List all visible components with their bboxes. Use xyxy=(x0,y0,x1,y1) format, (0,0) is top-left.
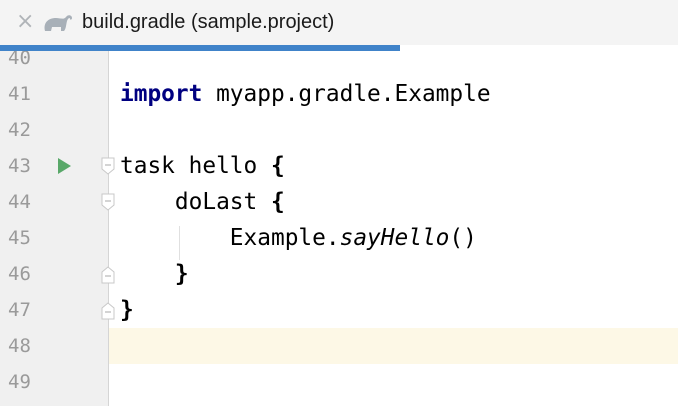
code-text: } xyxy=(120,292,134,328)
line-number: 45 xyxy=(8,227,31,249)
tab-title: build.gradle (sample.project) xyxy=(82,11,335,33)
line-number: 47 xyxy=(8,299,31,321)
code-token: () xyxy=(449,225,477,251)
code-text: task hello { xyxy=(120,148,285,184)
code-token: myapp.gradle.Example xyxy=(202,81,491,107)
editor-tab-bar: × build.gradle (sample.project) xyxy=(0,0,678,51)
keyword: import xyxy=(120,81,203,107)
code-text: Example.sayHello() xyxy=(120,220,477,256)
code-text: } xyxy=(120,256,189,292)
brace: { xyxy=(270,153,285,179)
code-token: task hello xyxy=(120,153,271,179)
line-number: 42 xyxy=(8,119,31,141)
brace: } xyxy=(120,297,134,323)
line-number: 44 xyxy=(8,191,31,213)
line-number: 49 xyxy=(8,371,31,393)
code-line: 43 task hello { xyxy=(0,148,678,184)
fold-collapse-icon[interactable] xyxy=(101,193,115,211)
line-number: 40 xyxy=(8,51,31,69)
line-number: 41 xyxy=(8,83,31,105)
fold-collapse-icon[interactable] xyxy=(101,157,115,175)
run-gutter-icon[interactable] xyxy=(58,158,71,174)
code-line: 46 } xyxy=(0,256,678,292)
tab-build-gradle[interactable]: × build.gradle (sample.project) xyxy=(0,0,400,51)
code-line: 47} xyxy=(0,292,678,328)
gradle-elephant-icon xyxy=(44,15,72,31)
code-line: 49 xyxy=(0,364,678,400)
code-line: 41 import myapp.gradle.Example xyxy=(0,76,678,112)
code-text: import myapp.gradle.Example xyxy=(120,76,491,112)
brace: { xyxy=(270,189,285,215)
line-number: 48 xyxy=(8,335,31,357)
code-text: doLast { xyxy=(120,184,285,220)
fold-end-icon[interactable] xyxy=(101,302,115,320)
code-line: 48 xyxy=(0,328,678,364)
fold-end-icon[interactable] xyxy=(101,266,115,284)
code-line: 44 doLast { xyxy=(0,184,678,220)
code-editor[interactable]: 40 41 import myapp.gradle.Example 42 43 ta… xyxy=(0,51,678,406)
line-number: 43 xyxy=(8,155,31,177)
code-token: Example. xyxy=(120,225,340,251)
close-icon[interactable]: × xyxy=(16,9,34,34)
line-number: 46 xyxy=(8,263,31,285)
code-token: doLast xyxy=(120,189,271,215)
code-line: 40 xyxy=(0,51,678,76)
method-call: sayHello xyxy=(339,225,450,251)
code-line: 45 Example.sayHello() xyxy=(0,220,678,256)
brace: } xyxy=(174,261,189,287)
code-line: 42 xyxy=(0,112,678,148)
